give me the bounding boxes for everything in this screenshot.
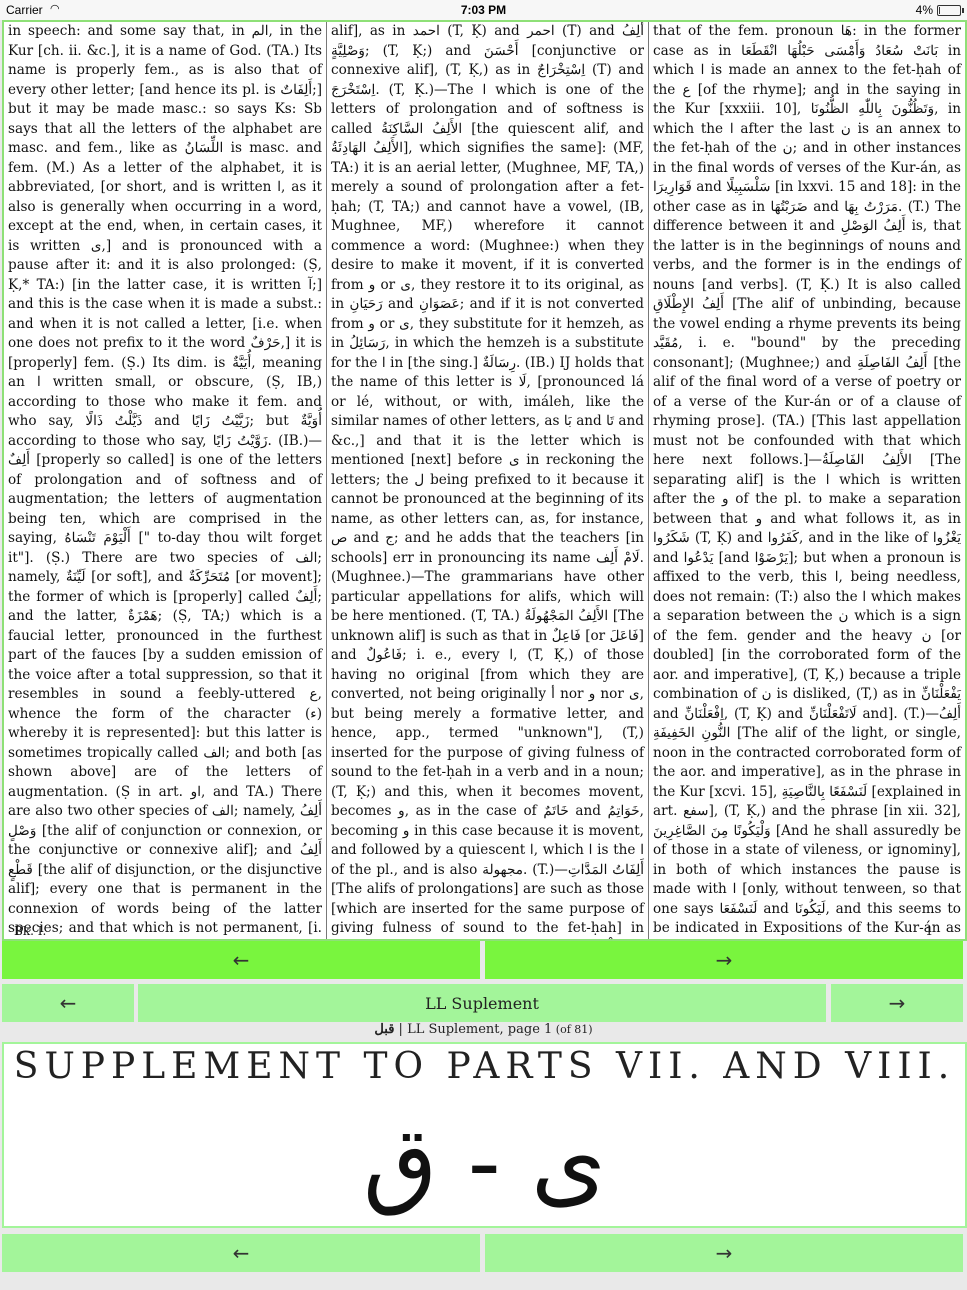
- book-title-button[interactable]: LL Suplement: [138, 984, 826, 1022]
- prev-book-button[interactable]: ←: [2, 984, 134, 1022]
- caption-separator: |: [394, 1022, 408, 1037]
- page-nav-bottom: ← →: [2, 1234, 963, 1272]
- page-column-2: alif], as in احمد (T, Ḳ) and احمر (T) an…: [326, 22, 648, 939]
- preview-title: SUPPLEMENT TO PARTS VII. AND VIII.: [13, 1046, 956, 1087]
- preview-letters: ى - ق: [362, 1106, 607, 1218]
- dictionary-page: in speech: and some say that, in الم, in…: [2, 20, 967, 941]
- page-column-3: that of the fem. pronoun هَا: in the for…: [648, 22, 965, 939]
- caption-page-label: LL Suplement, page 1: [407, 1022, 553, 1037]
- book-nav: ← LL Suplement →: [2, 984, 963, 1022]
- next-page-preview[interactable]: SUPPLEMENT TO PARTS VII. AND VIII. ى - ق: [2, 1042, 967, 1228]
- next-book-button[interactable]: →: [831, 984, 963, 1022]
- page-caption: قبل | LL Suplement, page 1 (of 81): [0, 1022, 967, 1042]
- caption-page-count: (of 81): [552, 1023, 593, 1036]
- next-page-button-bottom[interactable]: →: [485, 1234, 963, 1272]
- page-column-1: in speech: and some say that, in الم, in…: [8, 23, 322, 936]
- page-footer-number: 1: [925, 924, 933, 938]
- prev-page-button[interactable]: ←: [2, 941, 480, 979]
- page-footer-book: Bk. I.: [14, 924, 47, 938]
- page-nav-top: ← →: [2, 941, 963, 979]
- battery-percent: 4%: [915, 3, 933, 17]
- battery-fill: [939, 7, 940, 14]
- caption-arabic-link[interactable]: قبل: [374, 1022, 394, 1037]
- status-bar: Carrier ◠ 7:03 PM 4%: [0, 0, 967, 20]
- prev-page-button-bottom[interactable]: ←: [2, 1234, 480, 1272]
- clock: 7:03 PM: [460, 3, 507, 17]
- next-page-button[interactable]: →: [485, 941, 963, 979]
- battery-icon: [937, 5, 964, 16]
